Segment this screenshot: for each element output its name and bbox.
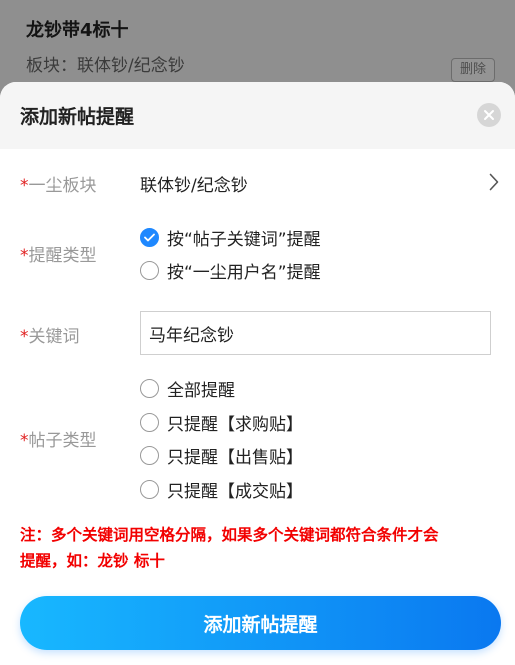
- post-type-option-label: 只提醒【成交贴】: [167, 481, 303, 502]
- required-mark: *: [20, 176, 29, 196]
- radio-unchecked[interactable]: [140, 445, 159, 465]
- post-type-deal-radio[interactable]: 只提醒【成交贴】: [140, 476, 303, 502]
- keyword-note: 注：多个关键词用空格分隔，如果多个关键词都符合条件才会 提醒，如：龙钞 标十: [20, 522, 500, 574]
- post-type-option-label: 只提醒【求购贴】: [167, 414, 303, 435]
- remind-by-keyword-radio[interactable]: 按“帖子关键词”提醒: [140, 224, 321, 250]
- chevron-right-icon[interactable]: [489, 173, 499, 191]
- required-mark: *: [20, 327, 29, 347]
- check-icon: [144, 233, 155, 241]
- remind-option-label: 按“一尘用户名”提醒: [167, 262, 321, 283]
- keyword-label-text: 关键词: [28, 327, 80, 347]
- section-label: *一尘板块: [20, 171, 97, 196]
- add-reminder-sheet: 添加新帖提醒 *一尘板块 联体钞/纪念钞 *提醒类型 按“帖子关键词”提醒 按“…: [0, 82, 515, 665]
- radio-unchecked[interactable]: [140, 260, 159, 280]
- section-label-text: 一尘板块: [28, 176, 97, 196]
- remind-type-label: *提醒类型: [20, 241, 97, 266]
- sheet-title: 添加新帖提醒: [20, 106, 135, 128]
- radio-unchecked[interactable]: [140, 412, 159, 432]
- post-type-wanted-radio[interactable]: 只提醒【求购贴】: [140, 409, 303, 435]
- screen: 龙钞带4标十 板块：联体钞/纪念钞 删除 添加新帖提醒 *一尘板块 联体钞/纪念…: [0, 0, 515, 665]
- note-line-2: 提醒，如：龙钞 标十: [20, 552, 165, 570]
- close-button[interactable]: [477, 103, 501, 127]
- radio-unchecked[interactable]: [140, 479, 159, 499]
- radio-checked[interactable]: [140, 227, 159, 247]
- sheet-header: 添加新帖提醒: [0, 82, 515, 149]
- post-type-all-radio[interactable]: 全部提醒: [140, 375, 235, 401]
- keyword-label: *关键词: [20, 322, 80, 347]
- remind-by-username-radio[interactable]: 按“一尘用户名”提醒: [140, 257, 321, 283]
- required-mark: *: [20, 431, 29, 451]
- remind-option-label: 按“帖子关键词”提醒: [167, 229, 321, 250]
- add-reminder-submit-button[interactable]: 添加新帖提醒: [20, 596, 501, 650]
- keyword-input[interactable]: [140, 311, 491, 355]
- close-icon: [484, 110, 494, 120]
- section-value[interactable]: 联体钞/纪念钞: [140, 171, 248, 196]
- note-line-1: 注：多个关键词用空格分隔，如果多个关键词都符合条件才会: [20, 526, 439, 544]
- radio-unchecked[interactable]: [140, 378, 159, 398]
- post-type-label-text: 帖子类型: [28, 431, 97, 451]
- post-type-option-label: 全部提醒: [167, 380, 235, 401]
- required-mark: *: [20, 246, 29, 266]
- post-type-sale-radio[interactable]: 只提醒【出售贴】: [140, 442, 303, 468]
- remind-type-label-text: 提醒类型: [28, 246, 97, 266]
- post-type-label: *帖子类型: [20, 426, 97, 451]
- post-type-option-label: 只提醒【出售贴】: [167, 447, 303, 468]
